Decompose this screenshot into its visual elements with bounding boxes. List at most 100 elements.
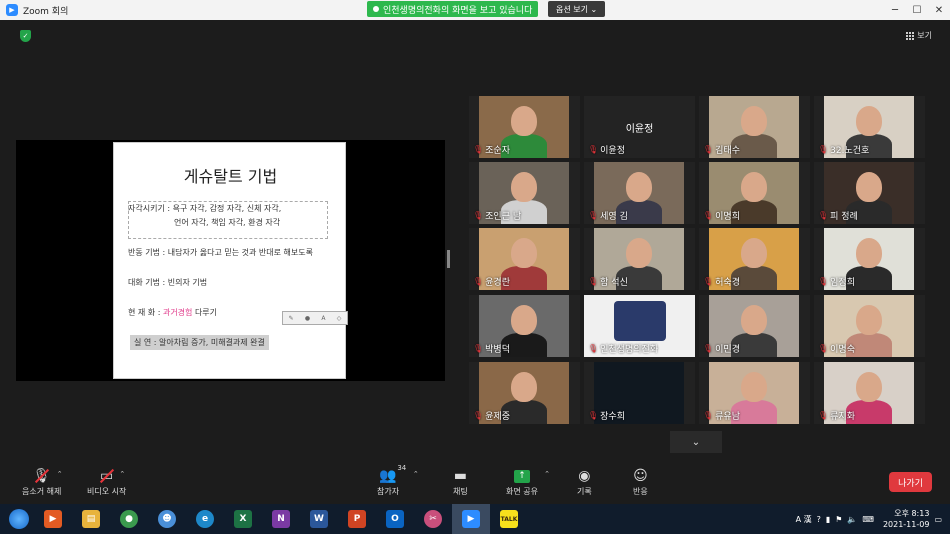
ime-indicator[interactable]: A 漢: [796, 514, 812, 525]
participants-button[interactable]: 👥 34 ⌃ 참가자: [377, 464, 419, 497]
participant-name: 윤제중: [485, 412, 510, 422]
participant-name-label: 🎙 장수희: [588, 409, 625, 422]
participant-name-label: 🎙 이명숙: [818, 342, 855, 355]
muted-mic-icon: 🎙: [818, 344, 829, 353]
taskbar-zoom[interactable]: ▶: [452, 504, 490, 534]
participant-name: 조인근 남: [485, 212, 522, 222]
muted-mic-icon: 🎙: [588, 277, 599, 286]
taskbar-snipping-tool[interactable]: ✂: [414, 504, 452, 534]
volume-icon[interactable]: 🔈: [847, 515, 857, 524]
taskbar-file-explorer[interactable]: ▤: [72, 504, 110, 534]
taskbar-excel[interactable]: X: [224, 504, 262, 534]
share-status-icon: [373, 6, 379, 12]
muted-mic-icon: 🎙: [703, 411, 714, 420]
participant-tile[interactable]: 🎙 임정희: [814, 228, 925, 290]
taskbar-onenote[interactable]: N: [262, 504, 300, 534]
participant-tile[interactable]: 🎙 조순자: [469, 96, 580, 158]
participant-name: 류지화: [830, 412, 855, 422]
participant-tile[interactable]: 🎙 허숙경: [699, 228, 810, 290]
participant-tile[interactable]: 🎙 이명희: [699, 162, 810, 224]
annotation-toolbar[interactable]: ✎ ● A ◇: [282, 311, 348, 325]
participant-tile[interactable]: 🎙 류유남: [699, 362, 810, 424]
participant-tile[interactable]: 🎙 류지화: [814, 362, 925, 424]
slide-line: 실 연 : 알아차림 증가, 미해결과제 완결: [130, 335, 269, 350]
participant-tile[interactable]: 🎙 32.노건호: [814, 96, 925, 158]
caret-up-icon[interactable]: ⌃: [544, 470, 550, 478]
slide-line: 반동 기법 : 내담자가 옳다고 믿는 것과 반대로 해보도록: [128, 248, 313, 257]
color-icon[interactable]: ●: [305, 315, 310, 322]
network-icon[interactable]: ▮: [826, 515, 830, 524]
taskbar-kakaotalk[interactable]: TALK: [490, 504, 528, 534]
participant-tile[interactable]: 🎙 피 정례: [814, 162, 925, 224]
taskbar-media-player[interactable]: ▶: [34, 504, 72, 534]
close-icon[interactable]: ✕: [928, 0, 950, 20]
participant-name-label: 🎙 조인근 남: [473, 209, 521, 222]
maximize-icon[interactable]: ☐: [906, 0, 928, 20]
share-screen-icon: ↑: [513, 469, 530, 483]
caret-up-icon[interactable]: ⌃: [119, 470, 125, 478]
people-icon: ☻: [158, 510, 176, 528]
view-button[interactable]: 보기: [906, 30, 932, 41]
keyboard-icon[interactable]: ⌨: [862, 515, 874, 524]
chat-button[interactable]: ▬ 채팅: [453, 466, 468, 497]
share-screen-label: 화면 공유: [506, 487, 538, 496]
participant-tile[interactable]: 🎙 세영 김: [584, 162, 695, 224]
slide-line: 대화 기법 : 빈의자 기법: [128, 278, 208, 287]
text-icon[interactable]: A: [321, 315, 325, 322]
participant-tile[interactable]: 🎙 장수희: [584, 362, 695, 424]
window-controls: ─ ☐ ✕: [884, 0, 950, 20]
eraser-icon[interactable]: ◇: [337, 315, 342, 322]
participant-tile[interactable]: 🎙 함 석신: [584, 228, 695, 290]
participant-name: 이민경: [715, 345, 740, 355]
participant-tile[interactable]: 🎙 이민경: [699, 295, 810, 357]
caret-up-icon[interactable]: ⌃: [413, 470, 419, 478]
participant-name: 허숙경: [715, 278, 740, 288]
participant-name-label: 🎙 함 석신: [588, 275, 628, 288]
taskbar-word[interactable]: W: [300, 504, 338, 534]
participant-name-label: 🎙 허숙경: [703, 275, 740, 288]
taskbar-chrome[interactable]: ●: [110, 504, 148, 534]
participant-tile[interactable]: 🎙 윤제중: [469, 362, 580, 424]
minimize-icon[interactable]: ─: [884, 0, 906, 20]
start-button[interactable]: [4, 504, 34, 534]
participant-name-label: 🎙 세영 김: [588, 209, 628, 222]
clock-date: 2021-11-09: [882, 520, 930, 529]
reactions-button[interactable]: ☺ 반응: [633, 466, 648, 497]
split-view-handle[interactable]: [447, 250, 450, 268]
share-screen-button[interactable]: ↑ ⌃ 화면 공유: [506, 466, 550, 497]
taskbar-clock[interactable]: 오후 8:13 2021-11-09: [883, 508, 930, 530]
window-title: Zoom 회의: [23, 6, 69, 17]
participant-tile[interactable]: 🎙 윤경란: [469, 228, 580, 290]
participant-tile[interactable]: 🎙 박병덕: [469, 295, 580, 357]
participant-tile[interactable]: 🎙 이명숙: [814, 295, 925, 357]
record-button[interactable]: ◉ 기록: [577, 466, 592, 497]
muted-mic-icon: 🎙: [588, 344, 599, 353]
gallery-next-page-button[interactable]: ⌄: [670, 431, 722, 453]
participant-name: 인천생명의전화: [600, 345, 659, 355]
security-shield-icon[interactable]: ✓: [20, 30, 31, 42]
flag-icon[interactable]: ⚑: [835, 515, 842, 524]
caret-up-icon[interactable]: ⌃: [57, 470, 63, 478]
view-button-label: 보기: [917, 31, 932, 40]
zoom-logo-icon: ▶: [6, 4, 18, 16]
taskbar-outlook[interactable]: O: [376, 504, 414, 534]
view-options-button[interactable]: 옵션 보기 ⌄: [548, 1, 606, 17]
leave-button[interactable]: 나가기: [889, 472, 932, 492]
help-icon[interactable]: ?: [817, 515, 821, 524]
participant-tile[interactable]: 🎙 조인근 남: [469, 162, 580, 224]
pen-icon[interactable]: ✎: [289, 315, 294, 322]
participant-tile[interactable]: 🎙 인천생명의전화: [584, 295, 695, 357]
system-tray: A 漢 ? ▮ ⚑ 🔈 ⌨ 오후 8:13 2021-11-09 ▭: [796, 504, 942, 534]
meeting-toolbar: 🎙⌃ 음소거 해제 ▭⌃ 비디오 시작 👥34⌃ 참가자 ▬ 채팅 ↑ ⌃ 화면 …: [0, 462, 950, 504]
slide-line: 언어 자각, 책임 자각, 환경 자각: [174, 218, 281, 227]
taskbar-edge[interactable]: e: [186, 504, 224, 534]
taskbar-powerpoint[interactable]: P: [338, 504, 376, 534]
start-video-button[interactable]: ▭⌃ 비디오 시작: [87, 466, 126, 497]
participant-tile[interactable]: 🎙 김태수: [699, 96, 810, 158]
muted-mic-icon: 🎙: [588, 411, 599, 420]
taskbar-messenger[interactable]: ☻: [148, 504, 186, 534]
notification-icon[interactable]: ▭: [934, 515, 942, 524]
gallery-grid-icon: [906, 31, 915, 40]
participant-tile[interactable]: 이윤정 🎙 이윤정: [584, 96, 695, 158]
unmute-button[interactable]: 🎙⌃ 음소거 해제: [22, 466, 63, 497]
